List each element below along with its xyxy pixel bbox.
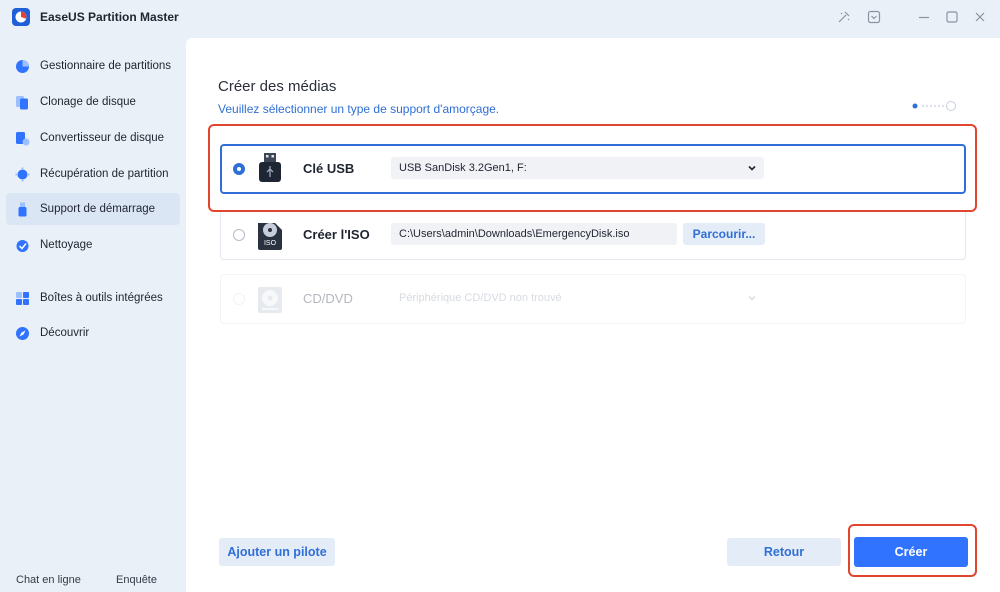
iso-icon-text: ISO [264,240,277,247]
clone-icon [14,94,30,110]
sidebar-item-boot-media[interactable]: Support de démarrage [6,193,180,225]
title-bar: EaseUS Partition Master [0,0,1000,34]
sidebar-item-label: Support de démarrage [40,203,156,215]
download-icon[interactable] [865,8,883,26]
usb-highlight-frame [208,124,977,212]
cd-device-select: Périphérique CD/DVD non trouvé [391,287,764,309]
option-iso[interactable]: ISO Créer l'ISO C:\Users\admin\Downloads… [220,210,966,260]
tools-icon[interactable] [835,8,853,26]
chevron-down-icon [748,296,756,301]
sidebar-item-disk-clone[interactable]: Clonage de disque [6,86,180,118]
iso-path-field[interactable]: C:\Users\admin\Downloads\EmergencyDisk.i… [391,223,677,245]
sidebar-item-toolbox[interactable]: Boîtes à outils intégrées [6,282,180,314]
recovery-icon [14,166,30,182]
sidebar-item-label: Découvrir [40,327,90,339]
cd-icon [258,287,282,313]
iso-path-value: C:\Users\admin\Downloads\EmergencyDisk.i… [399,228,630,240]
compass-icon [14,325,30,341]
sidebar-item-partition-manager[interactable]: Gestionnaire de partitions [6,50,180,82]
sidebar-item-label: Boîtes à outils intégrées [40,292,163,304]
page-subtitle: Veuillez sélectionner un type de support… [218,102,500,116]
toolbox-icon [14,290,30,306]
survey-link[interactable]: Enquête [116,574,157,586]
iso-icon: ISO [258,223,282,250]
create-button[interactable]: Créer [854,537,968,567]
sidebar-item-label: Clonage de disque [40,96,136,108]
convert-icon [14,130,30,146]
iso-radio[interactable] [233,229,245,241]
sidebar: Gestionnaire de partitions Clonage de di… [0,38,186,592]
app-logo-icon [12,8,30,26]
iso-label: Créer l'ISO [303,227,370,242]
app-title: EaseUS Partition Master [40,10,179,24]
cleanup-icon [14,237,30,253]
sidebar-item-partition-recovery[interactable]: Récupération de partition [6,158,180,190]
sidebar-item-disk-converter[interactable]: Convertisseur de disque [6,122,180,154]
sidebar-item-discover[interactable]: Découvrir [6,317,180,349]
sidebar-item-label: Convertisseur de disque [40,132,165,144]
sidebar-item-label: Récupération de partition [40,168,169,180]
close-icon[interactable] [971,8,989,26]
usb-icon [14,201,30,217]
pie-chart-icon [14,58,30,74]
cd-device-value: Périphérique CD/DVD non trouvé [399,292,562,304]
back-button[interactable]: Retour [727,538,841,566]
sidebar-item-cleanup[interactable]: Nettoyage [6,229,180,261]
add-driver-button[interactable]: Ajouter un pilote [219,538,335,566]
minimize-icon[interactable] [915,8,933,26]
chat-link[interactable]: Chat en ligne [16,574,81,586]
step-indicator [912,101,956,111]
main-panel: Créer des médias Veuillez sélectionner u… [186,38,1000,592]
cd-label: CD/DVD [303,291,353,306]
sidebar-item-label: Nettoyage [40,239,93,251]
page-title: Créer des médias [218,78,337,95]
cd-radio [233,293,245,305]
maximize-icon[interactable] [943,8,961,26]
browse-button[interactable]: Parcourir... [683,223,765,245]
option-cd-dvd: CD/DVD Périphérique CD/DVD non trouvé [220,274,966,324]
sidebar-item-label: Gestionnaire de partitions [40,60,172,72]
